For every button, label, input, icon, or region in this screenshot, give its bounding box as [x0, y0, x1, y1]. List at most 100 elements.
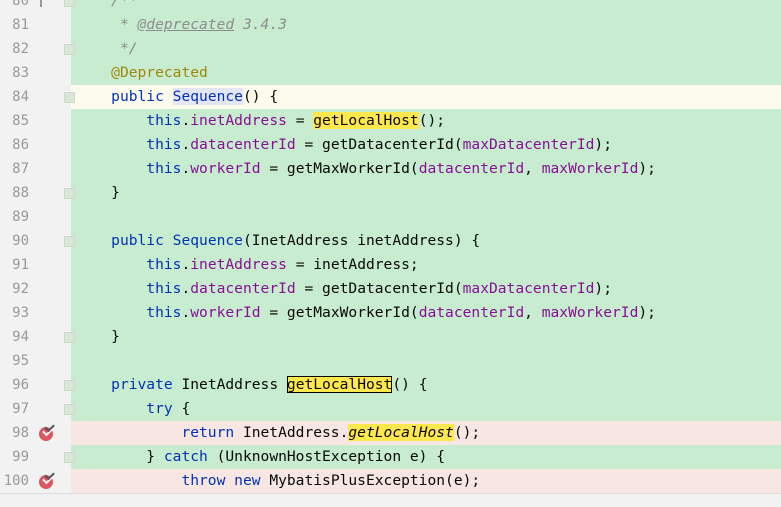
line-number: 90 — [12, 233, 29, 249]
code-text[interactable]: try { — [71, 397, 781, 421]
gutter[interactable]: 97 — [0, 397, 75, 421]
gutter[interactable]: 99 — [0, 445, 75, 469]
code-text[interactable]: this.datacenterId = getDatacenterId(maxD… — [71, 277, 781, 301]
gutter[interactable]: 90 — [0, 229, 75, 253]
code-editor[interactable]: /** 80 * @deprecated 3.4.3 81 */ 82 @Deprec… — [0, 0, 781, 493]
code-line[interactable]: 95 — [0, 349, 781, 373]
gutter[interactable]: 93 — [0, 301, 71, 325]
fold-icon[interactable] — [64, 92, 75, 103]
breakpoint-icon[interactable] — [39, 427, 53, 441]
gutter[interactable]: 81 — [0, 13, 71, 37]
gutter[interactable]: 80 — [0, 0, 75, 13]
code-text[interactable]: private InetAddress getLocalHost() { — [71, 373, 781, 397]
code-text[interactable]: public Sequence(InetAddress inetAddress)… — [71, 229, 781, 253]
code-text[interactable]: this.workerId = getMaxWorkerId(datacente… — [71, 301, 781, 325]
fold-icon[interactable] — [64, 44, 75, 55]
fold-icon[interactable] — [64, 332, 75, 343]
gutter[interactable]: 92 — [0, 277, 71, 301]
code-token: return — [181, 424, 235, 441]
line-number: 98 — [12, 425, 29, 441]
code-line[interactable]: return InetAddress.getLocalHost(); 98 — [0, 421, 781, 445]
code-line[interactable]: */ 82 — [0, 37, 781, 61]
code-line[interactable]: } 88 — [0, 181, 781, 205]
code-line[interactable]: } 94 — [0, 325, 781, 349]
code-line[interactable]: public Sequence(InetAddress inetAddress)… — [0, 229, 781, 253]
gutter[interactable]: 91 — [0, 253, 71, 277]
gutter[interactable]: 96 — [0, 373, 75, 397]
code-text[interactable]: } — [71, 325, 781, 349]
code-text[interactable] — [71, 205, 781, 229]
fold-icon[interactable] — [64, 404, 75, 415]
code-token: InetAddress. — [234, 424, 349, 441]
code-text[interactable] — [71, 349, 781, 373]
fold-icon[interactable] — [64, 236, 75, 247]
code-line[interactable]: this.inetAddress = inetAddress; 91 — [0, 253, 781, 277]
code-line[interactable]: /** 80 — [0, 0, 781, 13]
code-text[interactable]: } catch (UnknownHostException e) { — [71, 445, 781, 469]
gutter[interactable]: 82 — [0, 37, 75, 61]
code-text[interactable]: } — [71, 181, 781, 205]
code-token: (); — [418, 112, 446, 129]
code-text[interactable]: */ — [71, 37, 781, 61]
code-token: maxWorkerId — [541, 304, 639, 321]
gutter[interactable]: 89 — [0, 205, 71, 229]
code-token: { — [172, 400, 191, 417]
code-text[interactable]: return InetAddress.getLocalHost(); — [71, 421, 781, 445]
code-line[interactable]: this.workerId = getMaxWorkerId(datacente… — [0, 157, 781, 181]
fold-icon[interactable] — [64, 0, 75, 7]
implementation-lines-icon[interactable] — [40, 0, 54, 7]
gutter[interactable]: 98 — [0, 421, 71, 445]
gutter[interactable]: 87 — [0, 157, 71, 181]
gutter[interactable]: 86 — [0, 133, 71, 157]
code-line[interactable]: private InetAddress getLocalHost() { 96 — [0, 373, 781, 397]
code-token: (InetAddress inetAddress) { — [242, 232, 481, 249]
fold-icon[interactable] — [64, 188, 75, 199]
code-line[interactable]: this.datacenterId = getDatacenterId(maxD… — [0, 133, 781, 157]
code-line[interactable]: public Sequence() {84 — [0, 85, 781, 109]
code-token: maxWorkerId — [541, 160, 639, 177]
code-line[interactable]: try {97 — [0, 397, 781, 421]
line-number: 99 — [12, 449, 29, 465]
gutter[interactable]: 84 — [0, 85, 75, 109]
code-token: 3.4.3 — [234, 16, 287, 33]
code-line[interactable]: throw new MybatisPlusException(e); 100 — [0, 469, 781, 493]
code-text[interactable]: this.inetAddress = getLocalHost(); — [71, 109, 781, 133]
gutter[interactable]: 83 — [0, 61, 71, 85]
code-line[interactable]: 89 — [0, 205, 781, 229]
code-text[interactable]: @Deprecated — [71, 61, 781, 85]
code-line[interactable]: this.inetAddress = getLocalHost(); 85 — [0, 109, 781, 133]
horizontal-scrollbar-area[interactable] — [0, 493, 781, 507]
gutter[interactable]: 94 — [0, 325, 75, 349]
line-number: 96 — [12, 377, 29, 393]
gutter[interactable]: 88 — [0, 181, 75, 205]
code-line[interactable]: } catch (UnknownHostException e) { 99 — [0, 445, 781, 469]
code-text[interactable]: throw new MybatisPlusException(e); — [71, 469, 781, 493]
breakpoint-icon[interactable] — [39, 475, 53, 489]
fold-icon[interactable] — [64, 452, 75, 463]
code-token: inetAddress — [190, 256, 287, 273]
line-number: 82 — [12, 41, 29, 57]
code-token: (); — [453, 424, 481, 441]
fold-icon[interactable] — [64, 380, 75, 391]
gutter[interactable]: 100 — [0, 469, 71, 493]
code-text[interactable]: this.datacenterId = getDatacenterId(maxD… — [71, 133, 781, 157]
line-number: 100 — [3, 473, 29, 489]
code-token: = — [286, 112, 314, 129]
code-text[interactable]: this.inetAddress = inetAddress; — [71, 253, 781, 277]
code-text[interactable]: /** — [71, 0, 781, 13]
code-text[interactable]: this.workerId = getMaxWorkerId(datacente… — [71, 157, 781, 181]
code-line[interactable]: * @deprecated 3.4.3 81 — [0, 13, 781, 37]
code-token: InetAddress — [172, 376, 287, 393]
code-line[interactable]: this.workerId = getMaxWorkerId(datacente… — [0, 301, 781, 325]
gutter[interactable]: 95 — [0, 349, 71, 373]
code-text[interactable]: * @deprecated 3.4.3 — [71, 13, 781, 37]
code-line[interactable]: this.datacenterId = getDatacenterId(maxD… — [0, 277, 781, 301]
code-line[interactable]: @Deprecated 83 — [0, 61, 781, 85]
code-text[interactable]: public Sequence() { — [71, 85, 781, 109]
line-number: 87 — [12, 161, 29, 177]
gutter[interactable]: 85 — [0, 109, 71, 133]
